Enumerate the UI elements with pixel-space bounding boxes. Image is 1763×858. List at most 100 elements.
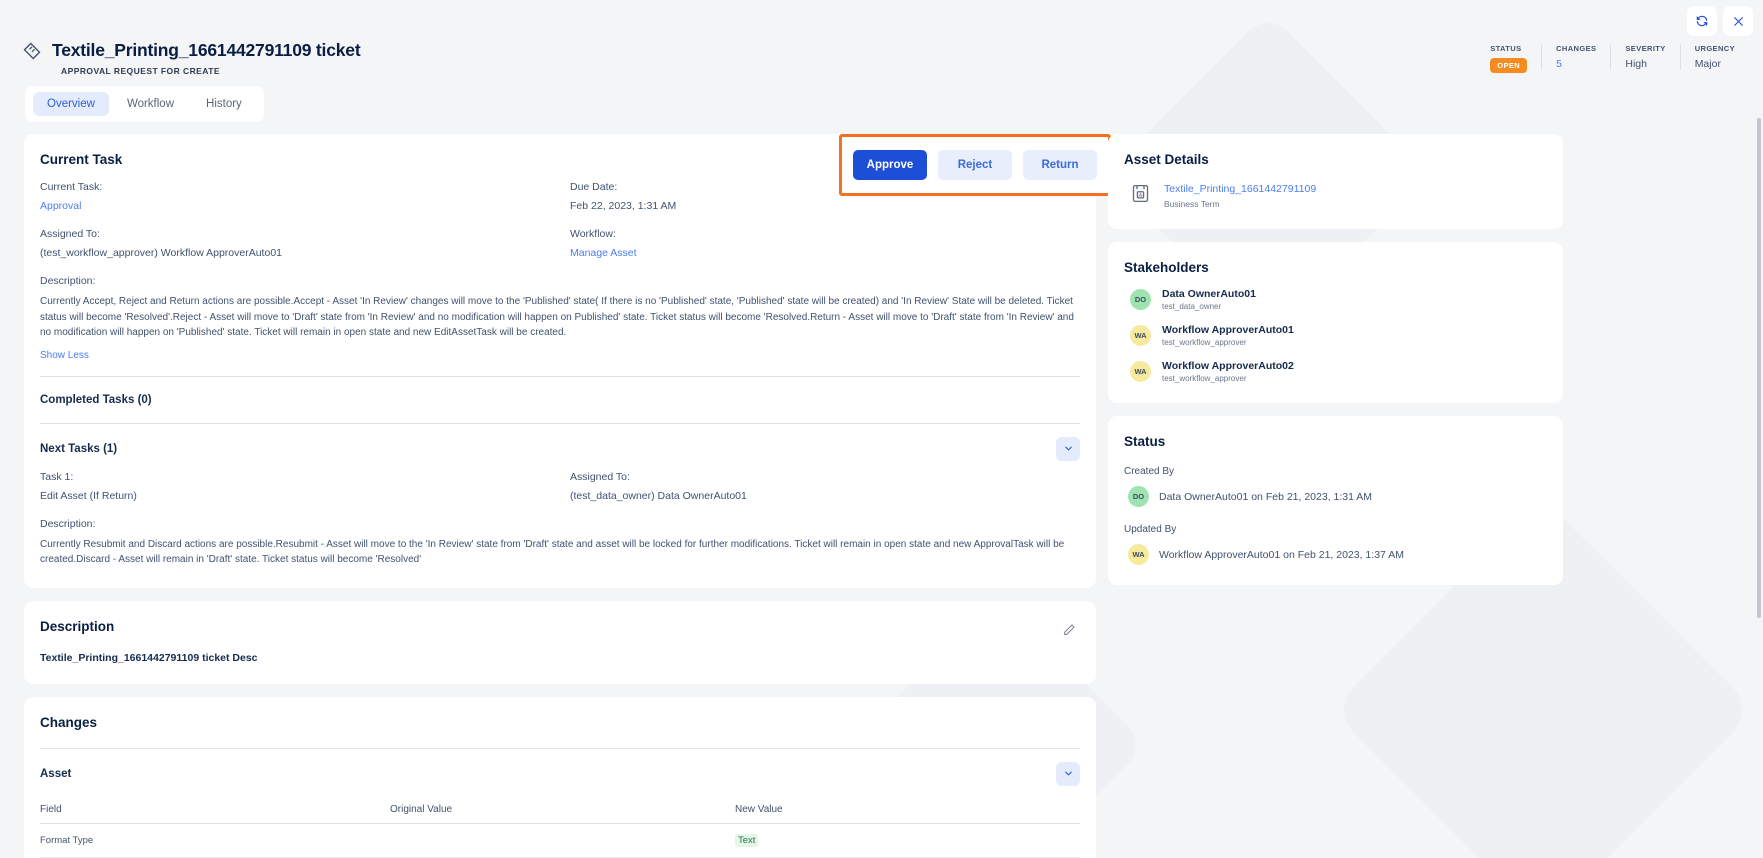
task-description-text: Currently Accept, Reject and Return acti… (40, 296, 1074, 338)
page-content: Current Task Approve Reject Return Curre… (0, 122, 1763, 858)
stakeholder-name: Workflow ApproverAuto01 (1162, 324, 1294, 336)
asset-name-link[interactable]: Textile_Printing_1661442791109 (1164, 183, 1316, 195)
next-task-assigned-label: Assigned To: (570, 470, 630, 483)
stat-severity-value: High (1625, 58, 1647, 70)
side-column: Asset Details A Textile_Printing_1661442… (1108, 134, 1563, 598)
pencil-icon[interactable] (1063, 623, 1076, 641)
top-bar (0, 0, 1763, 36)
current-task-card: Current Task Approve Reject Return Curre… (24, 134, 1111, 588)
svg-text:A: A (1139, 193, 1143, 199)
return-button[interactable]: Return (1023, 150, 1097, 180)
status-card-title: Status (1124, 434, 1166, 449)
updated-by-row: WA Workflow ApproverAuto01 on Feb 21, 20… (1124, 544, 1547, 565)
show-less-link[interactable]: Show Less (40, 350, 89, 361)
stat-status: STATUS OPEN (1476, 44, 1541, 73)
col-new-value: New Value (735, 795, 1080, 824)
description-card: Description Textile_Printing_16614427911… (24, 600, 1096, 684)
stakeholder-role: test_workflow_approver (1162, 374, 1247, 383)
due-date-value: Feb 22, 2023, 1:31 AM (570, 200, 677, 212)
tab-bar: Overview Workflow History (25, 86, 264, 122)
tab-workflow[interactable]: Workflow (113, 92, 188, 116)
stakeholders-card: Stakeholders DO Data OwnerAuto01 test_da… (1108, 242, 1563, 403)
avatar: DO (1128, 486, 1149, 507)
stat-urgency: URGENCY Major (1679, 44, 1749, 70)
task-description-label: Description: (40, 275, 96, 287)
table-header-row: Field Original Value New Value (40, 795, 1080, 824)
changes-card-title: Changes (40, 714, 98, 730)
stat-urgency-label: URGENCY (1694, 44, 1735, 53)
stat-changes: CHANGES 5 (1541, 44, 1610, 70)
asset-details-card: Asset Details A Textile_Printing_1661442… (1108, 134, 1563, 229)
next-task-value: Edit Asset (If Return) (40, 489, 137, 502)
ticket-stats: STATUS OPEN CHANGES 5 SEVERITY High URGE… (1476, 44, 1749, 73)
avatar: WA (1130, 325, 1151, 346)
col-field: Field (40, 795, 390, 824)
close-icon[interactable] (1723, 6, 1753, 36)
status-badge: OPEN (1490, 58, 1528, 73)
created-by-text: Data OwnerAuto01 on Feb 21, 2023, 1:31 A… (1159, 490, 1373, 503)
asset-details-title: Asset Details (1124, 152, 1209, 167)
window-actions (1687, 6, 1753, 36)
created-by-label: Created By (1124, 466, 1175, 477)
changes-chevron-down-icon[interactable] (1056, 761, 1080, 786)
stat-severity: SEVERITY High (1610, 44, 1679, 70)
page-title: Textile_Printing_1661442791109 ticket (52, 40, 361, 60)
stakeholder-role: test_workflow_approver (1162, 338, 1247, 347)
avatar: WA (1130, 361, 1151, 382)
refresh-icon[interactable] (1687, 6, 1717, 36)
changes-group-title: Asset (40, 767, 72, 780)
avatar: DO (1130, 289, 1151, 310)
reject-button[interactable]: Reject (938, 150, 1012, 180)
approve-button[interactable]: Approve (853, 150, 927, 180)
list-item: WA Workflow ApproverAuto01 test_workflow… (1124, 324, 1547, 347)
stat-changes-value[interactable]: 5 (1556, 58, 1596, 70)
action-buttons-group: Approve Reject Return (839, 134, 1111, 196)
divider (40, 375, 1080, 377)
stakeholder-role: test_data_owner (1162, 302, 1222, 311)
description-card-body: Textile_Printing_1661442791109 ticket De… (40, 651, 258, 664)
asset-book-icon: A (1130, 183, 1151, 209)
avatar: WA (1128, 544, 1149, 565)
col-original-value: Original Value (390, 795, 735, 824)
status-card: Status Created By DO Data OwnerAuto01 on… (1108, 416, 1563, 585)
stat-severity-label: SEVERITY (1625, 44, 1666, 53)
current-task-title: Current Task (40, 152, 123, 167)
changes-table: Field Original Value New Value Format Ty… (40, 795, 1080, 858)
current-task-field-value[interactable]: Approval (40, 200, 570, 212)
asset-type: Business Term (1164, 199, 1220, 209)
updated-by-text: Workflow ApproverAuto01 on Feb 21, 2023,… (1159, 548, 1404, 561)
stat-changes-label: CHANGES (1556, 44, 1597, 53)
list-item: WA Workflow ApproverAuto02 test_workflow… (1124, 360, 1547, 383)
stat-status-label: STATUS (1490, 44, 1522, 53)
stat-urgency-value: Major (1694, 58, 1721, 70)
tab-overview[interactable]: Overview (33, 92, 109, 116)
stakeholder-name: Data OwnerAuto01 (1162, 288, 1256, 300)
completed-tasks-title: Completed Tasks (0) (40, 393, 152, 406)
next-task-description-label: Description: (40, 517, 96, 530)
next-task-assigned-value: (test_data_owner) Data OwnerAuto01 (570, 489, 747, 502)
workflow-label: Workflow: (570, 228, 616, 240)
new-value-chip: Text (735, 833, 759, 847)
current-task-field-label: Current Task: (40, 181, 103, 193)
changes-card: Changes Asset Field Original Value New V… (24, 696, 1096, 858)
created-by-row: DO Data OwnerAuto01 on Feb 21, 2023, 1:3… (1124, 486, 1547, 507)
next-task-label: Task 1: (40, 470, 74, 483)
next-task-description-text: Currently Resubmit and Discard actions a… (40, 538, 1065, 566)
divider (40, 422, 1080, 424)
cell-field: Format Type (40, 823, 390, 858)
page-scrollbar[interactable] (1757, 118, 1761, 618)
next-tasks-title: Next Tasks (1) (40, 442, 118, 455)
list-item: DO Data OwnerAuto01 test_data_owner (1124, 288, 1547, 311)
stakeholders-title: Stakeholders (1124, 260, 1209, 275)
tab-history[interactable]: History (192, 92, 256, 116)
assigned-to-value: (test_workflow_approver) Workflow Approv… (40, 247, 282, 259)
next-tasks-chevron-down-icon[interactable] (1056, 436, 1080, 461)
ticket-icon (22, 41, 42, 61)
stakeholder-name: Workflow ApproverAuto02 (1162, 360, 1294, 372)
cell-original (390, 823, 735, 858)
assigned-to-label: Assigned To: (40, 228, 100, 240)
cell-new: Text (735, 823, 1080, 858)
table-row: Format Type Text (40, 823, 1080, 858)
main-column: Current Task Approve Reject Return Curre… (24, 134, 1111, 858)
workflow-value[interactable]: Manage Asset (570, 247, 1080, 259)
